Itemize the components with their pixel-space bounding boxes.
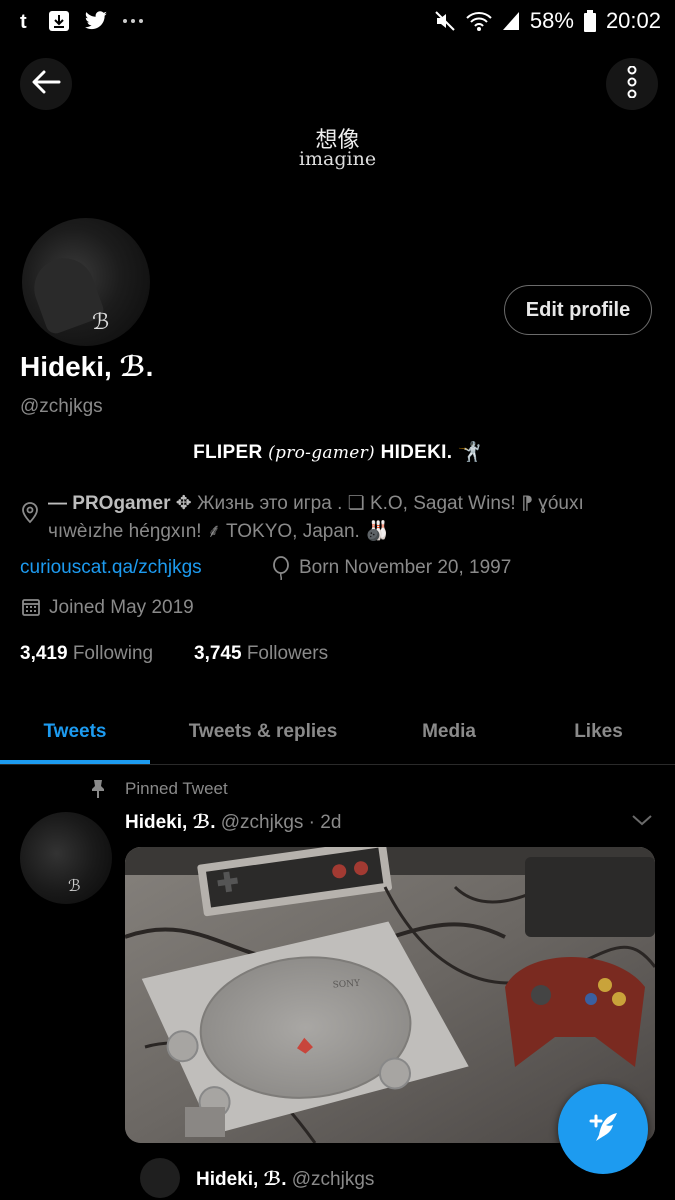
avatar-mark: ℬ [92,310,110,335]
location-line2: чıwèızhe héŋgxın! ⸙ TOKYO, Japan. 🎳 [48,521,389,542]
tweet-author-avatar[interactable]: ℬ [20,812,112,904]
profile-name: Hideki, ℬ. [20,351,154,382]
tab-likes[interactable]: Likes [522,700,675,764]
bio-part-a: FLIPER [193,442,263,463]
status-bar: t 58% 20:02 [0,0,675,44]
calendar-icon [22,598,40,621]
compose-tweet-button[interactable] [558,1084,648,1174]
arrow-left-icon [31,70,61,99]
pin-icon [90,779,106,804]
battery-percent: 58% [529,8,574,33]
banner-title-en: imagine [298,148,377,170]
location-bold: — PROgamer ✥ [48,493,192,514]
followers-link[interactable]: 3,745 Followers [194,643,328,665]
status-right: 58% 20:02 [434,8,661,34]
tweet-avatar-mark: ℬ [68,876,81,895]
clock-time: 20:02 [605,8,661,33]
quote-author-handle: @zchjkgs [291,1169,375,1190]
download-icon [48,10,70,32]
location-pin-icon [22,502,38,529]
tweet-header: Hideki, ℬ. @zchjkgs · 2d [125,811,341,834]
quote-author-avatar [140,1158,180,1198]
active-tab-indicator [0,760,150,764]
tab-tweets[interactable]: Tweets [0,700,150,764]
bio-part-c: HIDEKI. 🤺 [380,442,482,463]
tweet-author-name[interactable]: Hideki, ℬ. [125,812,215,833]
profile-location: — PROgamer ✥ Жизнь это игра . ❏ K.O, Sag… [48,490,658,546]
profile-join-date: Joined May 2019 [49,597,194,618]
console-brand: SONY [332,979,361,991]
quote-author-name: Hideki, ℬ. [196,1169,287,1190]
edit-profile-button[interactable]: Edit profile [504,285,652,335]
pinned-tweet-label: Pinned Tweet [125,779,228,798]
svg-text:t: t [20,11,27,32]
profile-avatar[interactable]: ℬ [18,214,154,350]
tab-tweets-replies[interactable]: Tweets & replies [150,700,376,764]
wifi-icon [466,10,492,32]
following-link[interactable]: 3,419 Following [20,643,153,665]
balloon-icon [272,556,290,585]
twitter-icon [84,11,108,31]
profile-tabs: Tweets Tweets & replies Media Likes [0,700,675,765]
compose-feather-icon [583,1107,623,1152]
profile-handle: @zchjkgs [20,396,103,417]
tweet-handle-time: @zchjkgs · 2d [220,812,342,833]
profile-website-link[interactable]: curiouscat.qa/zchjkgs [20,557,202,579]
tumblr-icon: t [18,10,34,32]
status-left-icons: t [18,10,144,32]
mute-icon [434,10,456,32]
followers-label: Followers [246,643,329,664]
more-dots-icon [122,18,144,24]
kebab-menu-icon [627,65,637,103]
signal-icon [502,10,520,32]
following-label: Following [72,643,154,664]
chevron-down-icon[interactable] [630,812,654,833]
location-rest: Жизнь это игра . ❏ K.O, Sagat Wins! ⁋ ɣó… [191,493,584,514]
more-options-button[interactable] [606,58,658,110]
profile-birthdate: Born November 20, 1997 [299,557,512,578]
followers-count: 3,745 [194,643,242,664]
quote-header: Hideki, ℬ. @zchjkgs [196,1168,374,1191]
bio-part-b: (pro-gamer) [268,443,375,463]
profile-bio-headline: FLIPER (pro-gamer) HIDEKI. 🤺 [0,440,675,464]
battery-icon [583,10,596,32]
following-count: 3,419 [20,643,68,664]
tab-media[interactable]: Media [376,700,522,764]
back-button[interactable] [20,58,72,110]
